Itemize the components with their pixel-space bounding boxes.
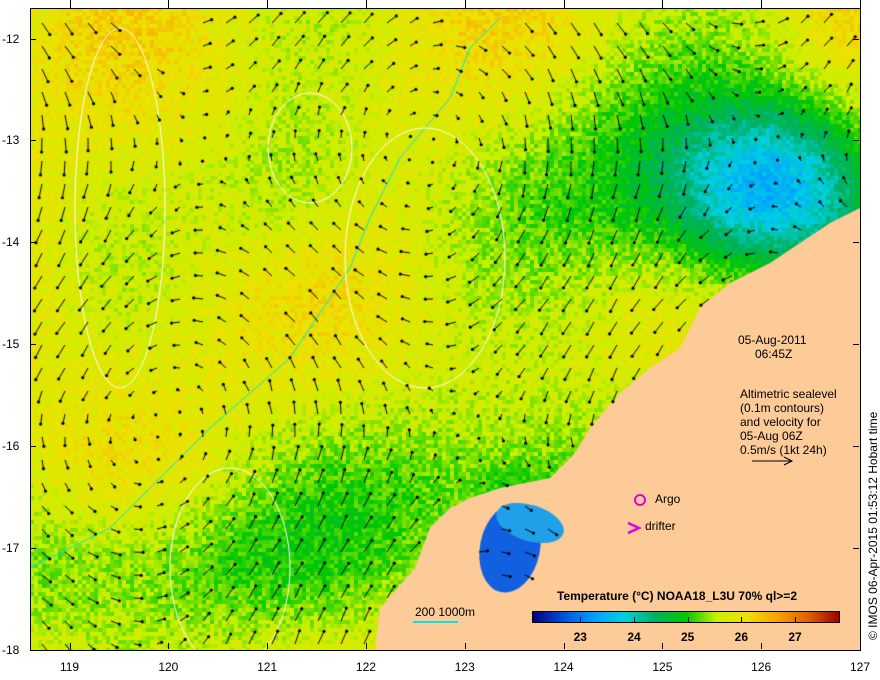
altimetry-line: Altimetric sealevel [740,387,837,401]
colorbar-tick [687,617,689,622]
colorbar-tick [795,617,797,622]
lat-tick-label: -18 [2,643,20,657]
colorbar-title: Temperature (°C) NOAA18_L3U 70% ql>=2 [557,589,797,603]
lat-tick [30,344,36,346]
altimetry-line: (0.1m contours) [740,401,825,415]
lon-tick-label: 124 [553,660,574,674]
lon-tick [761,0,763,8]
colorbar-tick-label: 23 [573,630,587,644]
argo-marker-icon [634,494,646,506]
lat-tick [30,650,36,651]
lon-tick [69,643,71,649]
lon-tick-label: 122 [355,660,376,674]
lat-tick [853,650,859,651]
lon-tick [464,0,466,8]
altimetry-line: and velocity for [740,415,821,429]
lat-tick-label: -15 [2,337,20,352]
lon-tick-label: 126 [751,660,772,674]
lon-tick [860,643,861,649]
lat-tick-label: -14 [2,235,20,250]
altimetry-legend: Altimetric sealevel (0.1m contours) and … [740,387,837,457]
lon-tick [168,0,170,8]
colorbar-tick [634,617,635,622]
lon-tick-label: 121 [257,660,278,674]
colorbar-tick [741,617,743,622]
lat-tick-label: -16 [2,439,20,454]
lat-tick [853,38,859,40]
credit-text: © IMOS 06-Apr-2015 01:53:12 Hobart time [866,411,880,640]
sst-map [30,8,860,650]
colorbar-tick [580,617,582,622]
lat-tick [30,242,36,244]
lon-tick [365,0,367,8]
lat-tick [30,446,36,448]
lat-tick [30,38,36,40]
time-label: 06:45Z [755,347,793,361]
lat-tick [853,446,859,448]
colorbar-tick-label: 27 [788,630,802,644]
altimetry-line: 05-Aug 06Z [740,429,803,443]
colorbar-tick-label: 24 [627,630,641,644]
lat-tick [853,548,859,550]
lon-tick-label: 123 [454,660,475,674]
date-label: 05-Aug-2011 [738,333,807,347]
drifter-label: drifter [645,519,676,533]
lat-tick [30,140,36,142]
lon-tick [464,643,466,649]
lon-tick [69,0,71,8]
lon-tick-label: 119 [59,660,80,674]
lon-tick [662,643,664,649]
lat-tick-label: -12 [2,31,20,46]
lon-tick [267,643,269,649]
velocity-scale-arrow-icon [752,456,794,466]
lon-tick [761,643,763,649]
bathymetry-legend-line [413,621,458,623]
lon-tick [662,0,664,8]
colorbar-tick-label: 25 [680,630,695,644]
lon-tick-label: 125 [652,660,673,674]
colorbar-tick-label: 26 [734,630,749,644]
lon-tick-label: 120 [158,660,179,674]
lat-tick [853,242,859,244]
drifter-marker-icon [627,521,642,535]
lon-tick [267,0,269,8]
lon-tick [860,0,861,8]
lat-tick [853,140,859,142]
lon-tick [168,643,170,649]
lat-tick-label: -13 [2,133,20,148]
bathymetry-legend: 200 1000m [415,605,476,619]
lon-tick [563,0,565,8]
lat-tick [853,344,859,346]
lat-tick-label: -17 [2,541,20,556]
argo-label: Argo [655,492,681,506]
lon-tick [365,643,367,649]
colorbar [532,611,840,623]
lat-tick [30,548,36,550]
lon-tick-label: 127 [849,660,871,674]
